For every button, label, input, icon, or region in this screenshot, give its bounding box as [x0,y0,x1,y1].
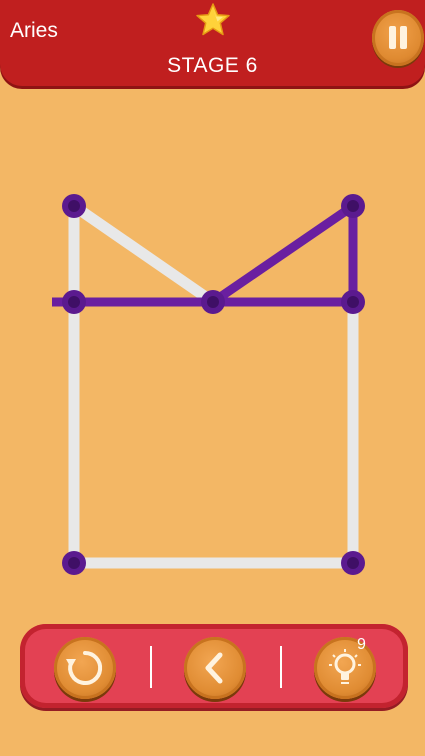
node[interactable] [201,290,225,314]
hint-button[interactable] [314,637,376,699]
bottom-toolbar [20,624,408,708]
toolbar-divider [150,646,152,688]
drawn-segment [208,201,358,307]
lightbulb-icon [329,649,361,684]
restart-icon [66,650,103,685]
back-button[interactable] [184,637,246,699]
hint-count: 9 [357,636,366,653]
restart-button[interactable] [54,637,116,699]
node[interactable] [62,551,86,575]
node[interactable] [62,194,86,218]
node[interactable] [341,551,365,575]
back-icon [205,652,223,684]
node[interactable] [62,290,86,314]
node[interactable] [341,290,365,314]
puzzle-board[interactable] [0,0,425,620]
line-segment [68,200,219,308]
node[interactable] [341,194,365,218]
toolbar-divider [280,646,282,688]
